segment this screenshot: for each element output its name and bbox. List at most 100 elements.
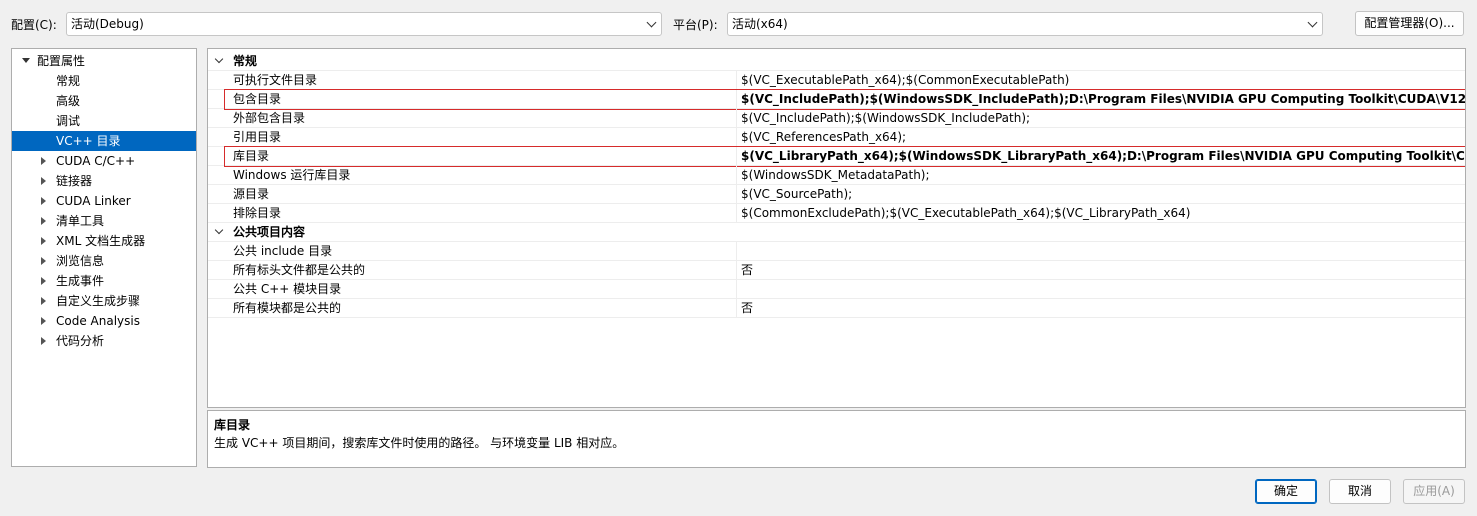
tree-root-label: 配置属性 (37, 54, 86, 68)
property-tree[interactable]: 配置属性 常规高级调试 VC++ 目录 CUDA C/C++ 链接器 CUDA Link… (11, 48, 197, 467)
grid-row-name: 包含目录 (233, 92, 282, 106)
grid-category[interactable]: 常规 (208, 52, 1465, 71)
grid-row-name: 源目录 (233, 187, 270, 201)
column-divider (736, 109, 737, 128)
tree-item-label: CUDA Linker (56, 194, 131, 208)
column-divider (736, 299, 737, 318)
grid-row-value[interactable]: $(WindowsSDK_MetadataPath); (741, 166, 930, 184)
tree-item-label: 自定义生成步骤 (56, 294, 141, 308)
chevron-down-icon (1307, 17, 1318, 28)
collapsed-triangle-icon[interactable] (41, 277, 46, 285)
description-title: 库目录 (214, 418, 251, 432)
grid-row[interactable]: 所有模块都是公共的 否 (208, 299, 1465, 318)
grid-row[interactable]: Windows 运行库目录 $(WindowsSDK_MetadataPath); (208, 166, 1465, 185)
config-select[interactable]: 活动(Debug) (66, 12, 662, 36)
collapsed-triangle-icon[interactable] (41, 337, 46, 345)
grid-row-value[interactable]: $(VC_ReferencesPath_x64); (741, 128, 906, 146)
tree-item[interactable]: CUDA C/C++ (12, 151, 196, 171)
apply-button[interactable]: 应用(A) (1403, 479, 1465, 504)
grid-row[interactable]: 公共 include 目录 (208, 242, 1465, 261)
tree-item[interactable]: 高级 (12, 91, 196, 111)
column-divider (736, 185, 737, 204)
tree-item-label: XML 文档生成器 (56, 234, 146, 248)
grid-row-value[interactable]: $(VC_ExecutablePath_x64);$(CommonExecuta… (741, 71, 1069, 89)
column-divider (736, 261, 737, 280)
grid-row-value[interactable]: 否 (741, 299, 753, 317)
grid-row-name: 外部包含目录 (233, 111, 306, 125)
platform-select[interactable]: 活动(x64) (727, 12, 1323, 36)
tree-item[interactable]: 调试 (12, 111, 196, 131)
grid-category-title: 公共项目内容 (233, 225, 306, 239)
column-divider (736, 147, 737, 166)
tree-item[interactable]: XML 文档生成器 (12, 231, 196, 251)
tree-item-label: 链接器 (56, 174, 93, 188)
grid-row-value[interactable]: $(VC_LibraryPath_x64);$(WindowsSDK_Libra… (741, 147, 1465, 165)
grid-row-value[interactable]: $(VC_SourcePath); (741, 185, 852, 203)
tree-item-label: 浏览信息 (56, 254, 105, 268)
tree-item-label: Code Analysis (56, 314, 140, 328)
tree-item[interactable]: 生成事件 (12, 271, 196, 291)
collapsed-triangle-icon[interactable] (41, 257, 46, 265)
config-label: 配置(C): (11, 18, 57, 32)
grid-row[interactable]: 外部包含目录 $(VC_IncludePath);$(WindowsSDK_Inc… (208, 109, 1465, 128)
tree-item[interactable]: 代码分析 (12, 331, 196, 351)
grid-row-name: 排除目录 (233, 206, 282, 220)
grid-category[interactable]: 公共项目内容 (208, 223, 1465, 242)
tree-item-label: 清单工具 (56, 214, 105, 228)
collapsed-triangle-icon[interactable] (41, 177, 46, 185)
config-manager-button[interactable]: 配置管理器(O)... (1355, 11, 1464, 36)
tree-item-label: CUDA C/C++ (56, 154, 136, 168)
tree-item-label: 高级 (56, 94, 81, 108)
grid-row-value[interactable]: $(VC_IncludePath);$(WindowsSDK_IncludePa… (741, 90, 1465, 108)
chevron-down-icon (646, 17, 657, 28)
column-divider (736, 280, 737, 299)
tree-item-label: 生成事件 (56, 274, 105, 288)
chevron-down-icon[interactable] (214, 225, 224, 235)
tree-item[interactable]: Code Analysis (12, 311, 196, 331)
grid-row[interactable]: 公共 C++ 模块目录 (208, 280, 1465, 299)
cancel-button[interactable]: 取消 (1329, 479, 1391, 504)
property-grid[interactable]: 常规可执行文件目录 $(VC_ExecutablePath_x64);$(Comm… (207, 48, 1466, 408)
collapsed-triangle-icon[interactable] (41, 197, 46, 205)
grid-row[interactable]: 源目录 $(VC_SourcePath); (208, 185, 1465, 204)
tree-item[interactable]: VC++ 目录 (12, 131, 196, 151)
grid-row[interactable]: 库目录 $(VC_LibraryPath_x64);$(WindowsSDK_Li… (208, 147, 1465, 166)
grid-row-name: 可执行文件目录 (233, 73, 318, 87)
grid-row-name: 公共 C++ 模块目录 (233, 282, 342, 296)
grid-category-title: 常规 (233, 54, 258, 68)
config-select-value: 活动(Debug) (71, 17, 144, 31)
tree-item[interactable]: 常规 (12, 71, 196, 91)
tree-item[interactable]: 清单工具 (12, 211, 196, 231)
chevron-down-icon[interactable] (214, 54, 224, 64)
collapsed-triangle-icon[interactable] (41, 237, 46, 245)
grid-row-name: 引用目录 (233, 130, 282, 144)
tree-root-config-properties[interactable]: 配置属性 (12, 51, 196, 71)
collapsed-triangle-icon[interactable] (41, 217, 46, 225)
collapsed-triangle-icon[interactable] (41, 297, 46, 305)
grid-row[interactable]: 所有标头文件都是公共的 否 (208, 261, 1465, 280)
grid-row-value[interactable]: $(VC_IncludePath);$(WindowsSDK_IncludePa… (741, 109, 1030, 127)
tree-item-label: 代码分析 (56, 334, 105, 348)
grid-row-value[interactable]: 否 (741, 261, 753, 279)
grid-row[interactable]: 可执行文件目录 $(VC_ExecutablePath_x64);$(Common… (208, 71, 1465, 90)
grid-row-name: 所有标头文件都是公共的 (233, 263, 366, 277)
ok-button[interactable]: 确定 (1255, 479, 1317, 504)
tree-item[interactable]: 自定义生成步骤 (12, 291, 196, 311)
tree-item[interactable]: 浏览信息 (12, 251, 196, 271)
tree-item[interactable]: CUDA Linker (12, 191, 196, 211)
collapsed-triangle-icon[interactable] (41, 317, 46, 325)
collapsed-triangle-icon[interactable] (41, 157, 46, 165)
platform-select-value: 活动(x64) (732, 17, 788, 31)
tree-item-label: 常规 (56, 74, 81, 88)
grid-row-value[interactable]: $(CommonExcludePath);$(VC_ExecutablePath… (741, 204, 1190, 222)
tree-item-label: VC++ 目录 (56, 134, 121, 148)
description-body: 生成 VC++ 项目期间，搜索库文件时使用的路径。 与环境变量 LIB 相对应。 (214, 436, 625, 450)
column-divider (736, 128, 737, 147)
expanded-triangle-icon[interactable] (22, 58, 30, 63)
grid-row[interactable]: 包含目录 $(VC_IncludePath);$(WindowsSDK_Inclu… (208, 90, 1465, 109)
grid-row[interactable]: 排除目录 $(CommonExcludePath);$(VC_Executable… (208, 204, 1465, 223)
grid-row[interactable]: 引用目录 $(VC_ReferencesPath_x64); (208, 128, 1465, 147)
description-pane: 库目录 生成 VC++ 项目期间，搜索库文件时使用的路径。 与环境变量 LIB … (207, 410, 1466, 468)
column-divider (736, 242, 737, 261)
tree-item[interactable]: 链接器 (12, 171, 196, 191)
